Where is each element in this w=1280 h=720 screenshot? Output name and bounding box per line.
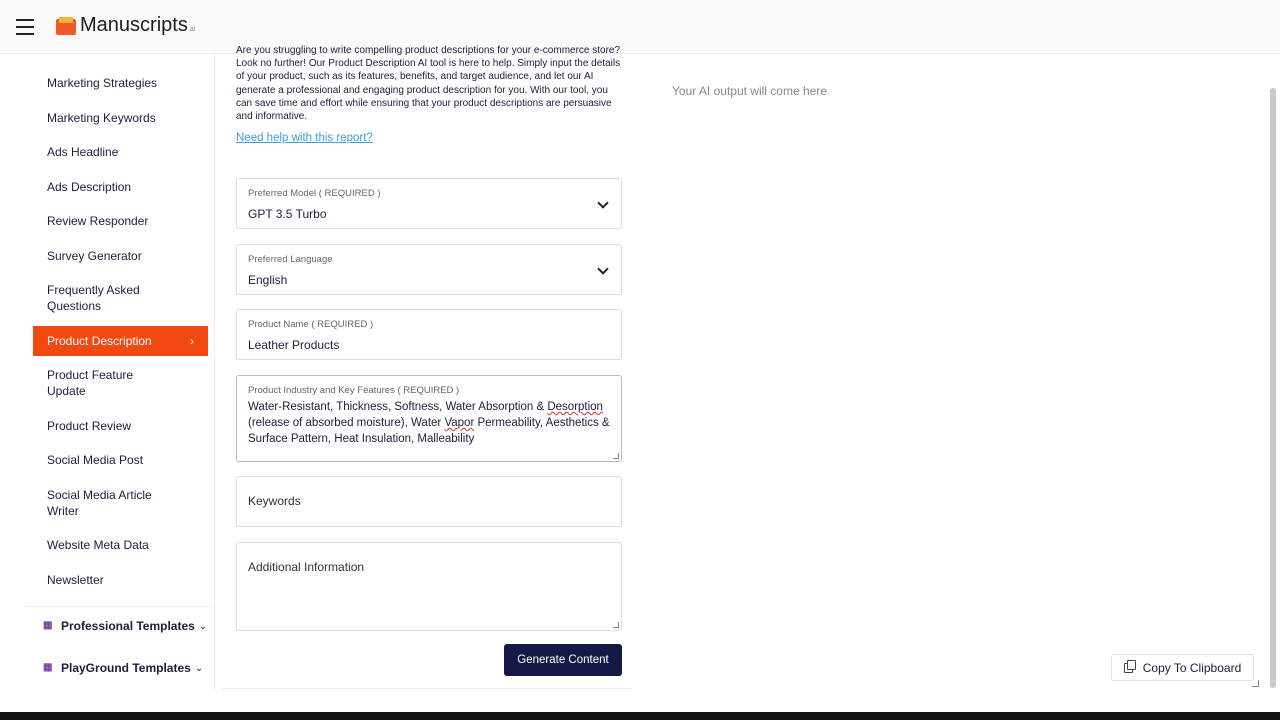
sidebar-item-label: Product Description bbox=[47, 334, 152, 348]
copy-label: Copy To Clipboard bbox=[1142, 660, 1242, 675]
sidebar-item-review-responder[interactable]: Review Responder bbox=[33, 213, 208, 229]
sidebar-item-survey-generator[interactable]: Survey Generator bbox=[33, 248, 208, 264]
sidebar-item-social-media-post[interactable]: Social Media Post bbox=[33, 452, 208, 468]
resize-handle[interactable] bbox=[613, 453, 619, 459]
sidebar-item-marketing-strategies[interactable]: Marketing Strategies bbox=[33, 75, 208, 91]
copy-icon bbox=[1123, 659, 1136, 673]
sidebar-item-marketing-keywords[interactable]: Marketing Keywords bbox=[33, 110, 208, 126]
product-features-textarea[interactable]: Product Industry and Key Features ( REQU… bbox=[236, 375, 622, 462]
product-name-field[interactable]: Product Name ( REQUIRED ) Leather Produc… bbox=[236, 309, 622, 360]
sidebar-item-social-media-article-writer[interactable]: Social Media Article Writer bbox=[33, 487, 173, 519]
additional-info-textarea[interactable]: Additional Information bbox=[236, 542, 622, 631]
resize-handle[interactable] bbox=[1252, 680, 1259, 687]
sidebar-divider bbox=[25, 606, 215, 607]
field-placeholder: Keywords bbox=[248, 494, 301, 508]
field-value: English bbox=[248, 273, 288, 287]
field-label: Preferred Language bbox=[248, 254, 333, 265]
sidebar-item-website-meta-data[interactable]: Website Meta Data bbox=[33, 537, 208, 553]
sidebar-group-label: Professional Templates bbox=[61, 619, 195, 633]
form-divider bbox=[222, 688, 632, 689]
grid-icon: ▦ bbox=[43, 662, 53, 673]
chevron-right-icon: › bbox=[190, 334, 194, 348]
brand-sup: ai bbox=[189, 26, 196, 33]
chevron-down-icon: ⌄ bbox=[194, 662, 204, 674]
sidebar-group-playground-templates[interactable]: ▦ PlayGround Templates ⌄ bbox=[43, 661, 213, 675]
scrollbar[interactable] bbox=[1270, 88, 1276, 688]
sidebar-group-label: PlayGround Templates bbox=[61, 661, 191, 675]
sidebar-item-faq[interactable]: Frequently Asked Questions bbox=[33, 282, 163, 314]
logo[interactable]: Manuscripts ai bbox=[56, 14, 195, 37]
field-value: Leather Products bbox=[248, 338, 340, 352]
template-icon: ▦ bbox=[43, 620, 53, 631]
menu-icon[interactable] bbox=[16, 19, 34, 35]
sidebar-item-product-review[interactable]: Product Review bbox=[33, 418, 208, 434]
brand-name: Manuscripts bbox=[80, 14, 188, 36]
field-label: Product Name ( REQUIRED ) bbox=[248, 319, 374, 330]
preferred-language-select[interactable]: Preferred Language English bbox=[236, 244, 622, 295]
chevron-down-icon bbox=[597, 263, 609, 275]
preferred-model-select[interactable]: Preferred Model ( REQUIRED ) GPT 3.5 Tur… bbox=[236, 178, 622, 229]
copy-to-clipboard-button[interactable]: Copy To Clipboard bbox=[1111, 654, 1254, 681]
sidebar-group-professional-templates[interactable]: ▦ Professional Templates ⌄ bbox=[43, 619, 213, 633]
field-placeholder: Additional Information bbox=[248, 560, 365, 574]
keywords-field[interactable]: Keywords bbox=[236, 476, 622, 527]
field-label: Preferred Model ( REQUIRED ) bbox=[248, 188, 381, 199]
output-placeholder: Your AI output will come here bbox=[672, 84, 827, 98]
bottom-edge bbox=[0, 712, 1280, 720]
output-panel: Your AI output will come here bbox=[656, 68, 1260, 688]
generate-content-button[interactable]: Generate Content bbox=[504, 644, 622, 676]
sidebar-item-newsletter[interactable]: Newsletter bbox=[33, 572, 208, 588]
logo-icon bbox=[56, 16, 76, 35]
top-bar: Manuscripts ai bbox=[0, 0, 1280, 54]
field-value: Water-Resistant, Thickness, Softness, Wa… bbox=[248, 401, 610, 445]
field-label: Product Industry and Key Features ( REQU… bbox=[248, 385, 460, 396]
field-value: GPT 3.5 Turbo bbox=[248, 207, 327, 221]
sidebar-item-ads-description[interactable]: Ads Description bbox=[33, 179, 208, 195]
sidebar-item-ads-headline[interactable]: Ads Headline bbox=[33, 144, 208, 160]
sidebar: Marketing Strategies Marketing Keywords … bbox=[25, 54, 215, 690]
sidebar-item-product-feature-update[interactable]: Product Feature Update bbox=[33, 367, 153, 399]
chevron-down-icon bbox=[597, 197, 609, 209]
resize-handle[interactable] bbox=[613, 622, 619, 628]
intro-text: Are you struggling to write compelling p… bbox=[236, 45, 621, 123]
help-link[interactable]: Need help with this report? bbox=[236, 132, 373, 144]
sidebar-item-product-description[interactable]: Product Description › bbox=[33, 326, 208, 356]
chevron-down-icon: ⌄ bbox=[198, 620, 208, 632]
